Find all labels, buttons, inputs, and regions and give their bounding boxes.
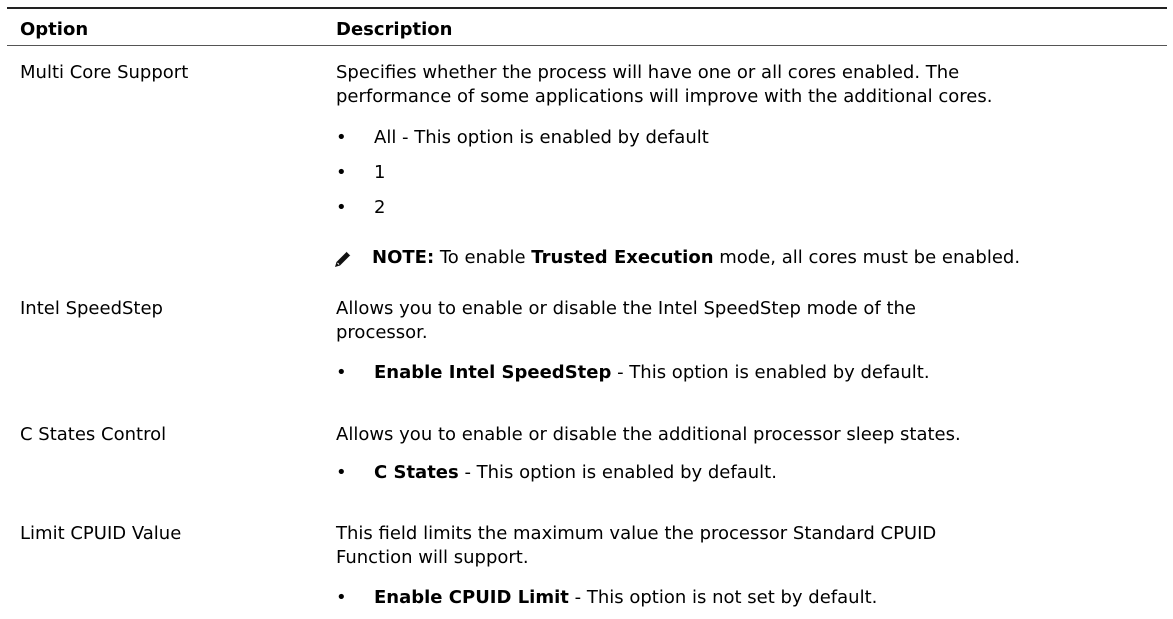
option-name: Intel SpeedStep (20, 298, 163, 319)
option-name: Limit CPUID Value (20, 523, 182, 544)
option-name: Multi Core Support (20, 62, 189, 83)
pencil-note-icon (335, 251, 351, 267)
list-item-text: C States - This option is enabled by def… (374, 461, 777, 485)
note-text: NOTE: To enable Trusted Execution mode, … (372, 246, 1020, 270)
option-name: C States Control (20, 424, 167, 445)
column-header-option: Option (20, 19, 89, 40)
list-item-text: Enable Intel SpeedStep - This option is … (374, 361, 930, 385)
list-item-text-part: - This option is not set by default. (568, 587, 878, 608)
description-line: Function will support. (336, 547, 529, 568)
list-item-text: All - This option is enabled by default (374, 127, 709, 148)
list-item-text-part: - This option is enabled by default. (611, 362, 930, 383)
option-description: Allows you to enable or disable the Inte… (336, 297, 1166, 345)
note-emphasis: Trusted Execution (531, 247, 714, 268)
bullet-icon: • (336, 462, 347, 483)
table-top-rule (7, 7, 1167, 9)
list-item-text-part: - This option is enabled by default. (458, 462, 777, 483)
note-label: NOTE: (372, 247, 435, 268)
description-line: Specifies whether the process will have … (336, 62, 960, 83)
description-line: Allows you to enable or disable the addi… (336, 424, 961, 445)
list-item-emphasis: C States (374, 462, 459, 483)
note-text-part: To enable (434, 247, 532, 268)
description-line: This field limits the maximum value the … (336, 523, 937, 544)
description-line: Allows you to enable or disable the Inte… (336, 298, 917, 319)
bullet-icon: • (336, 162, 347, 183)
table-header-rule (7, 45, 1167, 46)
option-description: Allows you to enable or disable the addi… (336, 423, 1166, 447)
list-item-text: 1 (374, 162, 386, 183)
list-item-text: 2 (374, 197, 386, 218)
list-item-text: Enable CPUID Limit - This option is not … (374, 586, 877, 610)
bullet-icon: • (336, 197, 347, 218)
column-header-description: Description (336, 19, 453, 40)
note-text-part: mode, all cores must be enabled. (713, 247, 1021, 268)
description-line: performance of some applications will im… (336, 86, 993, 107)
option-description: This field limits the maximum value the … (336, 522, 1166, 570)
list-item-emphasis: Enable CPUID Limit (374, 587, 569, 608)
bullet-icon: • (336, 362, 347, 383)
description-line: processor. (336, 322, 428, 343)
bullet-icon: • (336, 127, 347, 148)
option-description: Specifies whether the process will have … (336, 61, 1166, 109)
list-item-emphasis: Enable Intel SpeedStep (374, 362, 612, 383)
bullet-icon: • (336, 587, 347, 608)
